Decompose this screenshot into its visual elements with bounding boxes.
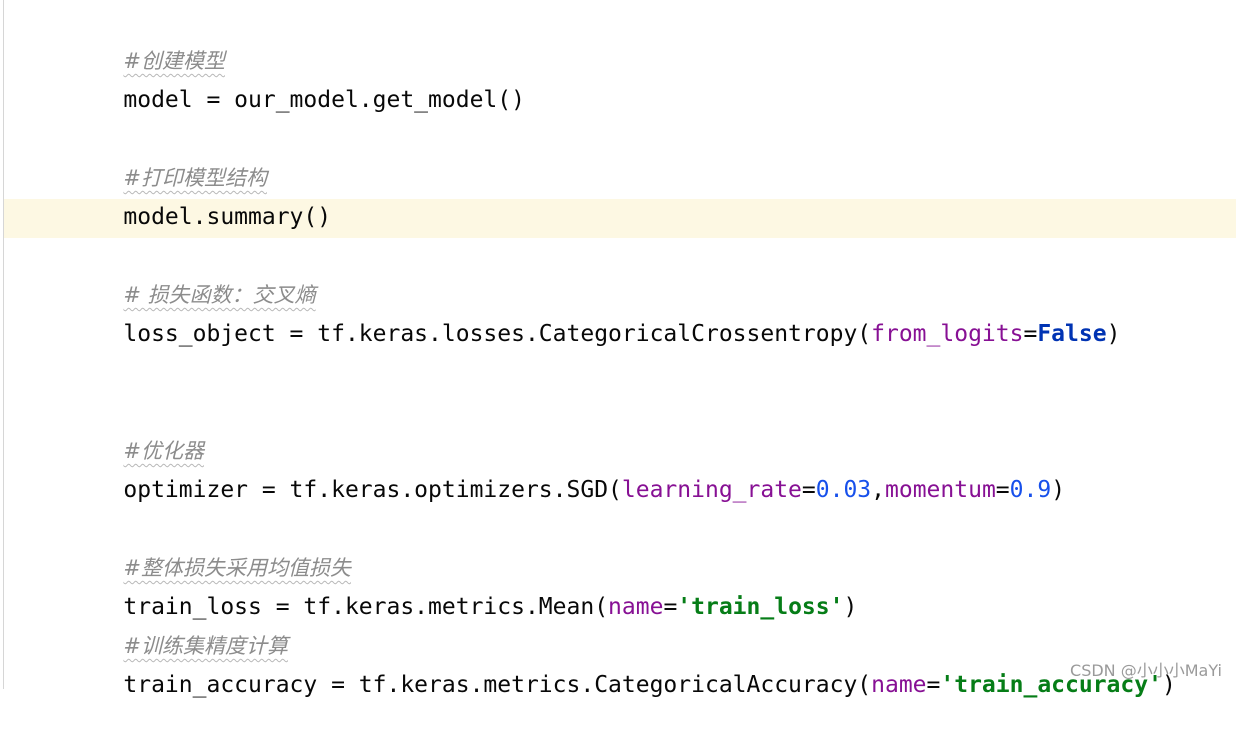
operator: =: [801, 477, 816, 503]
code-line-comment-create-model[interactable]: #创建模型: [68, 7, 225, 73]
code-line-optimizer[interactable]: optimizer = tf.keras.optimizers.SGD(lear…: [68, 436, 1065, 503]
param-name: name: [871, 672, 927, 698]
close-paren: ): [1051, 477, 1066, 503]
param-name: momentum: [885, 477, 996, 503]
operator: =: [926, 672, 941, 698]
code-text: loss_object = tf.keras.losses.Categorica…: [123, 321, 872, 347]
csdn-watermark: CSDN @小小小MaYi: [1070, 661, 1222, 680]
code-line-train-loss[interactable]: train_loss = tf.keras.metrics.Mean(name=…: [68, 553, 857, 620]
code-editor[interactable]: #创建模型 model = our_model.get_model() #打印模…: [0, 0, 1236, 698]
code-text: model = our_model.get_model(): [123, 87, 525, 113]
code-line-loss-object[interactable]: loss_object = tf.keras.losses.Categorica…: [68, 280, 1120, 347]
code-line-train-accuracy[interactable]: train_accuracy = tf.keras.metrics.Catego…: [68, 631, 1175, 698]
string-literal: 'train_loss': [677, 594, 844, 620]
param-name: from_logits: [871, 321, 1024, 347]
close-paren: ): [843, 594, 858, 620]
code-text: optimizer = tf.keras.optimizers.SGD(: [123, 477, 622, 503]
gutter-divider: [3, 0, 4, 689]
operator: =: [663, 594, 678, 620]
code-line-get-model[interactable]: model = our_model.get_model(): [68, 46, 525, 113]
param-name: name: [608, 594, 664, 620]
comma: ,: [871, 477, 886, 503]
operator: =: [1023, 321, 1038, 347]
code-line-comment-accuracy[interactable]: #训练集精度计算: [68, 592, 288, 658]
code-line-comment-optimizer[interactable]: #优化器: [68, 397, 204, 463]
code-text: train_accuracy = tf.keras.metrics.Catego…: [123, 672, 872, 698]
code-text: model.summary(): [123, 204, 332, 230]
close-paren: ): [1106, 321, 1121, 347]
code-line-summary[interactable]: model.summary(): [68, 163, 331, 230]
operator: =: [995, 477, 1010, 503]
code-line-comment-print-summary[interactable]: #打印模型结构: [68, 124, 267, 190]
number-literal: 0.03: [815, 477, 872, 503]
code-line-comment-mean-loss[interactable]: #整体损失采用均值损失: [68, 514, 351, 580]
number-literal: 0.9: [1009, 477, 1052, 503]
param-name: learning_rate: [621, 477, 802, 503]
code-line-comment-loss[interactable]: # 损失函数：交叉熵: [68, 241, 315, 307]
keyword-false: False: [1037, 321, 1107, 347]
